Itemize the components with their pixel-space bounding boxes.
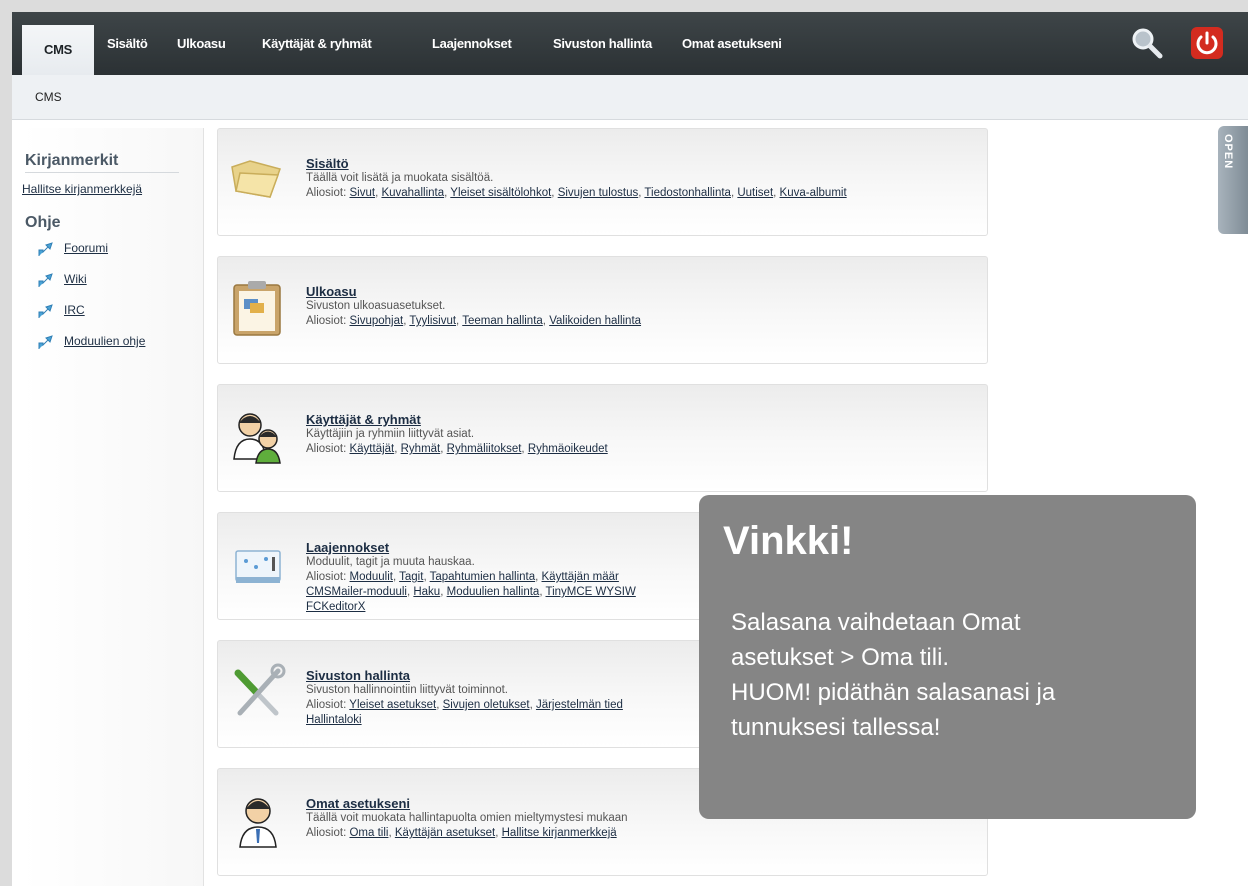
external-arrow-icon	[38, 242, 53, 256]
panel-description: Sivuston hallinnointiin liittyvät toimin…	[306, 684, 508, 696]
tip-line: tunnuksesi tallessa!	[731, 714, 941, 741]
panel-sisalto: Sisältö Täällä voit lisätä ja muokata si…	[217, 128, 988, 236]
tab-kayttajat-ryhmat[interactable]: Käyttäjät & ryhmät	[262, 12, 372, 75]
help-item-label: Foorumi	[64, 241, 109, 255]
sublink-tiedostonhallinta[interactable]: Tiedostonhallinta	[644, 187, 731, 199]
external-arrow-icon	[38, 304, 53, 318]
manage-bookmarks-link[interactable]: Hallitse kirjanmerkkejä	[22, 182, 142, 196]
panel-sublinks: Aliosiot: Sivupohjat, Tyylisivut, Teeman…	[306, 315, 642, 327]
sublink-tagit[interactable]: Tagit	[399, 571, 423, 583]
panel-title[interactable]: Sivuston hallinta	[306, 668, 410, 683]
sublink-tinymce-wysiw[interactable]: TinyMCE WYSIW	[546, 586, 636, 598]
sublink-moduulit[interactable]: Moduulit	[349, 571, 392, 583]
tools-icon	[234, 663, 286, 716]
extensions-icon	[235, 550, 281, 583]
tab-cms[interactable]: CMS	[22, 25, 94, 75]
tip-title: Vinkki!	[723, 519, 854, 563]
power-icon[interactable]	[1190, 26, 1224, 60]
tip-line: asetukset > Oma tili.	[731, 644, 950, 671]
sublink-ryhmaoikeudet[interactable]: Ryhmäoikeudet	[528, 443, 608, 455]
sublink-uutiset[interactable]: Uutiset	[737, 187, 773, 199]
help-item-label: IRC	[64, 303, 85, 317]
sublink-cmsmailer-moduuli[interactable]: CMSMailer-moduuli	[306, 586, 407, 598]
tab-laajennokset[interactable]: Laajennokset	[432, 12, 512, 75]
sublink-moduulien-hallinta[interactable]: Moduulien hallinta	[447, 586, 540, 598]
sublink-jarjestelman-tied[interactable]: Järjestelmän tied	[536, 699, 623, 711]
sublink-haku[interactable]: Haku	[413, 586, 440, 598]
sublinks-label: Aliosiot:	[306, 571, 347, 583]
sublink-tapahtumien-hallinta[interactable]: Tapahtumien hallinta	[430, 571, 536, 583]
sublink-kayttajat[interactable]: Käyttäjät	[349, 443, 394, 455]
sublinks-label: Aliosiot:	[306, 315, 347, 327]
panel-title[interactable]: Ulkoasu	[306, 284, 357, 299]
panel-ulkoasu: Ulkoasu Sivuston ulkoasuasetukset. Alios…	[217, 256, 988, 364]
sublink-oma-tili[interactable]: Oma tili	[349, 827, 388, 839]
sublinks-label: Aliosiot:	[306, 827, 347, 839]
sublink-fckeditorx[interactable]: FCKeditorX	[306, 601, 365, 613]
tab-omat-asetukseni[interactable]: Omat asetukseni	[682, 12, 782, 75]
sublink-sivupohjat[interactable]: Sivupohjat	[349, 315, 403, 327]
panel-description: Moduulit, tagit ja muuta hauskaa.	[306, 556, 475, 568]
tab-ulkoasu[interactable]: Ulkoasu	[177, 12, 226, 75]
tip-line: Salasana vaihdetaan Omat	[731, 609, 1021, 636]
sublink-kuvahallinta[interactable]: Kuvahallinta	[381, 187, 444, 199]
sublink-kuva-albumit[interactable]: Kuva-albumit	[780, 187, 847, 199]
panel-sublinks: Aliosiot: Oma tili, Käyttäjän asetukset,…	[306, 827, 617, 839]
panel-title[interactable]: Laajennokset	[306, 540, 389, 555]
panel-sublinks: Aliosiot: Käyttäjät, Ryhmät, Ryhmäliitok…	[306, 443, 608, 455]
panel-description: Käyttäjiin ja ryhmiin liittyvät asiat.	[306, 428, 475, 440]
open-side-tab[interactable]: OPEN	[1218, 126, 1248, 234]
sublink-kayttajan-maar[interactable]: Käyttäjän määr	[542, 571, 619, 583]
tab-sivuston-hallinta[interactable]: Sivuston hallinta	[553, 12, 652, 75]
breadcrumb: CMS	[35, 90, 62, 104]
panel-sublinks: Aliosiot: Sivut, Kuvahallinta, Yleiset s…	[306, 187, 847, 199]
open-tab-label: OPEN	[1222, 134, 1234, 170]
sublinks-label: Aliosiot:	[306, 443, 347, 455]
panel-description: Täällä voit lisätä ja muokata sisältöä.	[306, 172, 494, 184]
sublink-ryhmat[interactable]: Ryhmät	[401, 443, 441, 455]
folder-icon	[231, 160, 281, 198]
top-nav: CMS Sisältö Ulkoasu Käyttäjät & ryhmät L…	[12, 12, 1248, 75]
sublink-ryhmaliitokset[interactable]: Ryhmäliitokset	[447, 443, 522, 455]
external-arrow-icon	[38, 335, 53, 349]
sublink-teeman-hallinta[interactable]: Teeman hallinta	[462, 315, 543, 327]
sublink-yleiset-sisaltolohkot[interactable]: Yleiset sisältölohkot	[450, 187, 551, 199]
panel-description: Täällä voit muokata hallintapuolta omien…	[306, 812, 628, 824]
tip-body: Salasana vaihdetaan Omat asetukset > Oma…	[731, 605, 1181, 745]
sublink-sivut[interactable]: Sivut	[349, 187, 375, 199]
sublink-sivujen-tulostus[interactable]: Sivujen tulostus	[558, 187, 639, 199]
sublink-yleiset-asetukset[interactable]: Yleiset asetukset	[349, 699, 436, 711]
help-title: Ohje	[25, 214, 61, 231]
bookmarks-title: Kirjanmerkit	[25, 152, 179, 173]
sublink-kayttajan-asetukset[interactable]: Käyttäjän asetukset	[395, 827, 495, 839]
tip-line: HUOM! pidäthän salasanasi ja	[731, 679, 1056, 706]
external-arrow-icon	[38, 273, 53, 287]
sublink-valikoiden-hallinta[interactable]: Valikoiden hallinta	[549, 315, 641, 327]
panel-title[interactable]: Käyttäjät & ryhmät	[306, 412, 421, 427]
help-item-label: Wiki	[64, 272, 87, 286]
sublink-hallintaloki[interactable]: Hallintaloki	[306, 714, 362, 726]
sublinks-label: Aliosiot:	[306, 187, 347, 199]
user-icon	[239, 798, 277, 848]
tab-sisalto[interactable]: Sisältö	[107, 12, 148, 75]
clipboard-icon	[233, 281, 281, 336]
tip-overlay: Vinkki! Salasana vaihdetaan Omat asetuks…	[699, 495, 1196, 819]
panel-kayttajat-ryhmat: Käyttäjät & ryhmät Käyttäjiin ja ryhmiin…	[217, 384, 988, 492]
sublink-sivujen-oletukset[interactable]: Sivujen oletukset	[443, 699, 530, 711]
panel-title[interactable]: Omat asetukseni	[306, 796, 410, 811]
panel-title[interactable]: Sisältö	[306, 156, 349, 171]
sublink-tyylisivut[interactable]: Tyylisivut	[409, 315, 456, 327]
search-icon[interactable]	[1130, 26, 1164, 60]
breadcrumb-bar: CMS	[12, 75, 1248, 120]
sublink-hallitse-kirjanmerkkeja[interactable]: Hallitse kirjanmerkkejä	[502, 827, 617, 839]
users-icon	[233, 413, 281, 464]
help-item-label: Moduulien ohje	[64, 334, 146, 348]
sublinks-label: Aliosiot:	[306, 699, 347, 711]
panel-description: Sivuston ulkoasuasetukset.	[306, 300, 446, 312]
